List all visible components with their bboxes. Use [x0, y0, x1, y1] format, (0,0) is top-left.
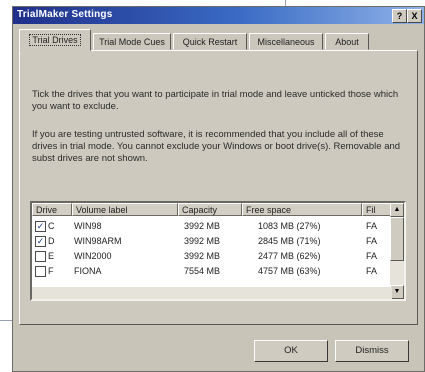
volume-label: FIONA	[74, 266, 102, 276]
capacity-value: 3992 MB	[184, 251, 221, 261]
horizontal-scrollbar[interactable]	[32, 287, 392, 299]
window-title: TrialMaker Settings	[17, 9, 113, 20]
capacity-value: 3992 MB	[184, 221, 221, 231]
capacity-value: 3992 MB	[184, 236, 221, 246]
drive-list[interactable]: Drive Volume label Capacity Free space F…	[30, 201, 406, 301]
scroll-thumb[interactable]	[390, 217, 404, 261]
table-row[interactable]: E WIN2000 3992 MB 2477 MB (62%) FA	[32, 249, 392, 264]
column-header-file-system[interactable]: Fil	[362, 203, 392, 216]
free-space-value: 4757 MB (63%)	[258, 266, 321, 276]
scroll-up-arrow-icon[interactable]: ▲	[390, 203, 404, 217]
capacity-value: 7554 MB	[184, 266, 221, 276]
ok-button[interactable]: OK	[254, 340, 328, 362]
tab-about[interactable]: About	[325, 33, 369, 50]
free-space-value: 2477 MB (62%)	[258, 251, 321, 261]
intro-text: Tick the drives that you want to partici…	[32, 89, 399, 112]
help-button[interactable]: ?	[392, 9, 407, 23]
close-button[interactable]: X	[407, 9, 422, 23]
volume-label: WIN98ARM	[74, 236, 122, 246]
drive-checkbox[interactable]: ✓	[35, 221, 46, 232]
frame-line	[0, 320, 12, 321]
drive-letter: F	[48, 266, 54, 276]
column-header-drive[interactable]: Drive	[32, 203, 72, 216]
free-space-value: 2845 MB (71%)	[258, 236, 321, 246]
title-bar[interactable]: TrialMaker Settings ? X	[13, 7, 424, 24]
volume-label: WIN2000	[74, 251, 112, 261]
list-header: Drive Volume label Capacity Free space F…	[32, 203, 392, 217]
settings-window: TrialMaker Settings ? X Trial Drives Tri…	[12, 6, 425, 372]
file-system-value: FA	[366, 236, 378, 246]
column-header-volume-label[interactable]: Volume label	[72, 203, 178, 216]
tab-trial-mode-cues[interactable]: Trial Mode Cues	[93, 33, 171, 50]
drive-letter: D	[48, 236, 55, 246]
tab-panel: Tick the drives that you want to partici…	[19, 50, 418, 325]
drive-checkbox[interactable]	[35, 266, 46, 277]
dismiss-button[interactable]: Dismiss	[335, 340, 409, 362]
file-system-value: FA	[366, 251, 378, 261]
tab-strip: Trial Drives Trial Mode Cues Quick Resta…	[19, 29, 418, 51]
column-header-capacity[interactable]: Capacity	[178, 203, 242, 216]
free-space-value: 1083 MB (27%)	[258, 221, 321, 231]
column-header-free-space[interactable]: Free space	[242, 203, 362, 216]
drive-checkbox[interactable]: ✓	[35, 236, 46, 247]
note-text: If you are testing untrusted software, i…	[32, 129, 401, 164]
drive-checkbox[interactable]	[35, 251, 46, 262]
tab-miscellaneous[interactable]: Miscellaneous	[249, 33, 323, 50]
volume-label: WIN98	[74, 221, 102, 231]
table-row[interactable]: ✓ D WIN98ARM 3992 MB 2845 MB (71%) FA	[32, 234, 392, 249]
vertical-scrollbar[interactable]: ▲ ▼	[390, 203, 404, 299]
drive-letter: E	[48, 251, 55, 261]
scroll-down-arrow-icon[interactable]: ▼	[390, 285, 404, 299]
table-row[interactable]: F FIONA 7554 MB 4757 MB (63%) FA	[32, 264, 392, 279]
file-system-value: FA	[366, 221, 378, 231]
drive-letter: C	[48, 221, 55, 231]
tab-quick-restart[interactable]: Quick Restart	[173, 33, 247, 50]
file-system-value: FA	[366, 266, 378, 276]
table-row[interactable]: ✓ C WIN98 3992 MB 1083 MB (27%) FA	[32, 219, 392, 234]
tab-trial-drives[interactable]: Trial Drives	[19, 29, 91, 51]
